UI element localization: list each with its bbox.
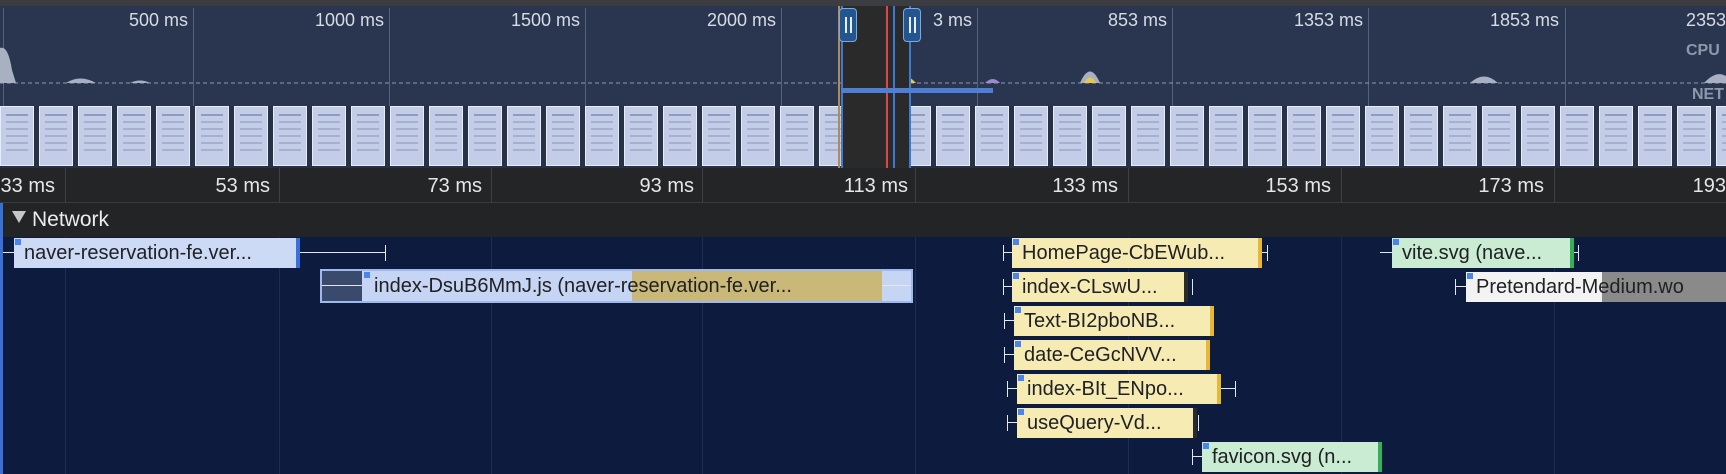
filmstrip-frame[interactable] bbox=[351, 106, 385, 166]
filmstrip-frame[interactable] bbox=[1716, 106, 1726, 166]
network-request[interactable]: useQuery-Vd... bbox=[1005, 407, 1200, 439]
lane-gridline bbox=[1341, 237, 1342, 474]
network-request[interactable]: vite.svg (nave... bbox=[1380, 237, 1580, 269]
network-request[interactable]: index-BIt_ENpo... bbox=[1005, 373, 1237, 405]
filmstrip-frame[interactable] bbox=[975, 106, 1009, 166]
ruler-tick-label: 153 ms bbox=[1265, 175, 1331, 197]
load-marker bbox=[886, 6, 888, 168]
filmstrip-frame[interactable] bbox=[1092, 106, 1126, 166]
ruler-tick-label: 193 bbox=[1692, 175, 1726, 197]
lane-gridline bbox=[915, 237, 916, 474]
triangle-down-icon[interactable] bbox=[12, 211, 26, 223]
cpu-label: CPU bbox=[1686, 42, 1720, 59]
network-request[interactable]: index-CLswU... bbox=[1000, 271, 1195, 303]
ruler-tick-label: 73 ms bbox=[427, 175, 482, 197]
filmstrip-frame[interactable] bbox=[741, 106, 775, 166]
request-label: HomePage-CbEWub... bbox=[1022, 242, 1226, 264]
selection-end-handle[interactable] bbox=[903, 8, 921, 42]
filmstrip-frame[interactable] bbox=[1521, 106, 1555, 166]
lane-gridline bbox=[279, 237, 280, 474]
filmstrip-frame[interactable] bbox=[390, 106, 424, 166]
network-request[interactable]: Pretendard-Medium.wo bbox=[1452, 271, 1726, 303]
filmstrip-frame[interactable] bbox=[1677, 106, 1711, 166]
network-request[interactable]: Text-BI2pboNB... bbox=[1002, 305, 1222, 337]
ruler-tick-label: 133 ms bbox=[1052, 175, 1118, 197]
filmstrip-frame[interactable] bbox=[1287, 106, 1321, 166]
lane-gridline bbox=[65, 237, 66, 474]
ruler-gridline bbox=[1128, 168, 1129, 202]
request-label: naver-reservation-fe.ver... bbox=[24, 242, 252, 264]
request-label: useQuery-Vd... bbox=[1027, 412, 1162, 434]
request-label: index-BIt_ENpo... bbox=[1027, 378, 1184, 400]
filmstrip-frame[interactable] bbox=[546, 106, 580, 166]
filmstrip-frame[interactable] bbox=[1365, 106, 1399, 166]
request-label: Pretendard-Medium.wo bbox=[1476, 276, 1684, 298]
ruler-tick-label: 33 ms bbox=[0, 175, 55, 197]
ruler-tick-label: 173 ms bbox=[1478, 175, 1544, 197]
network-track-header[interactable]: Network bbox=[0, 203, 1726, 237]
network-request[interactable]: date-CeGcNVV... bbox=[1002, 339, 1222, 371]
ruler-gridline bbox=[279, 168, 280, 202]
track-selection-edge bbox=[0, 203, 3, 474]
request-label: index-DsuB6MmJ.js (naver-reservation-fe.… bbox=[374, 275, 792, 297]
filmstrip-frame[interactable] bbox=[429, 106, 463, 166]
filmstrip-frame[interactable] bbox=[663, 106, 697, 166]
filmstrip-frame[interactable] bbox=[468, 106, 502, 166]
filmstrip-frame[interactable] bbox=[195, 106, 229, 166]
filmstrip-frame[interactable] bbox=[39, 106, 73, 166]
filmstrip-frame[interactable] bbox=[312, 106, 346, 166]
timeline-ruler: 33 ms 53 ms 73 ms 93 ms 113 ms 133 ms 15… bbox=[0, 168, 1726, 203]
filmstrip-frame[interactable] bbox=[624, 106, 658, 166]
request-label: date-CeGcNVV... bbox=[1024, 344, 1177, 366]
filmstrip-frame[interactable] bbox=[936, 106, 970, 166]
selection-start-handle[interactable] bbox=[839, 8, 857, 42]
ruler-gridline bbox=[1554, 168, 1555, 202]
ruler-tick-label: 53 ms bbox=[215, 175, 270, 197]
filmstrip-frame[interactable] bbox=[1638, 106, 1672, 166]
ruler-gridline bbox=[1341, 168, 1342, 202]
ruler-tick-label: 93 ms bbox=[639, 175, 694, 197]
network-request[interactable]: favicon.svg (n... bbox=[1190, 441, 1390, 473]
filmstrip-frame[interactable] bbox=[1443, 106, 1477, 166]
filmstrip-frame[interactable] bbox=[585, 106, 619, 166]
network-lanes[interactable]: naver-reservation-fe.ver... index-DsuB6M… bbox=[0, 237, 1726, 474]
ruler-tick-label: 113 ms bbox=[843, 175, 908, 197]
filmstrip-frame[interactable] bbox=[1404, 106, 1438, 166]
filmstrip-frame[interactable] bbox=[702, 106, 736, 166]
filmstrip-frame[interactable] bbox=[273, 106, 307, 166]
request-label: index-CLswU... bbox=[1022, 276, 1158, 298]
filmstrip-frame[interactable] bbox=[1053, 106, 1087, 166]
filmstrip-frame[interactable] bbox=[117, 106, 151, 166]
network-request[interactable]: HomePage-CbEWub... bbox=[1000, 237, 1270, 269]
filmstrip-frame[interactable] bbox=[0, 106, 34, 166]
net-label: NET bbox=[1692, 86, 1724, 103]
filmstrip-frame[interactable] bbox=[234, 106, 268, 166]
filmstrip-frame[interactable] bbox=[1248, 106, 1282, 166]
filmstrip-frame[interactable] bbox=[1209, 106, 1243, 166]
network-request[interactable]: index-DsuB6MmJ.js (naver-reservation-fe.… bbox=[320, 269, 915, 303]
filmstrip-frame[interactable] bbox=[1014, 106, 1048, 166]
request-label: vite.svg (nave... bbox=[1402, 242, 1543, 264]
filmstrip-frame[interactable] bbox=[780, 106, 814, 166]
ruler-gridline bbox=[491, 168, 492, 202]
filmstrip-frame[interactable] bbox=[1560, 106, 1594, 166]
ruler-gridline bbox=[702, 168, 703, 202]
network-request[interactable]: naver-reservation-fe.ver... bbox=[0, 237, 390, 269]
network-track-title: Network bbox=[32, 208, 110, 231]
filmstrip-frame[interactable] bbox=[1482, 106, 1516, 166]
filmstrip-frame[interactable] bbox=[1326, 106, 1360, 166]
filmstrip-frame[interactable] bbox=[507, 106, 541, 166]
dom-content-loaded-marker bbox=[893, 6, 895, 168]
ruler-gridline bbox=[65, 168, 66, 202]
network-overview-bar bbox=[841, 88, 993, 93]
request-label: Text-BI2pboNB... bbox=[1024, 310, 1176, 332]
filmstrip-frame[interactable] bbox=[1170, 106, 1204, 166]
timeline-overview[interactable]: 500 ms 1000 ms 1500 ms 2000 ms 3 ms 853 … bbox=[0, 0, 1726, 168]
request-label: favicon.svg (n... bbox=[1212, 446, 1353, 468]
filmstrip-frame[interactable] bbox=[156, 106, 190, 166]
ruler-gridline bbox=[915, 168, 916, 202]
filmstrip-frame[interactable] bbox=[1599, 106, 1633, 166]
filmstrip-frame[interactable] bbox=[78, 106, 112, 166]
filmstrip-frame[interactable] bbox=[1131, 106, 1165, 166]
